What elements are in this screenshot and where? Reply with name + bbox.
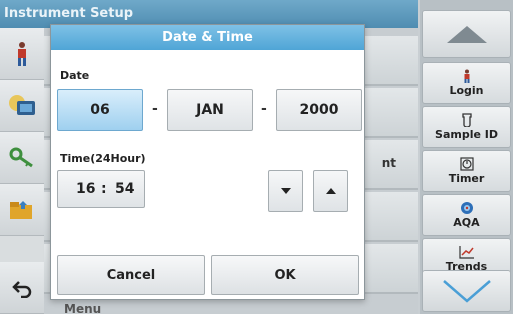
list-item-label: nt bbox=[381, 156, 396, 170]
date-separator: - bbox=[261, 101, 267, 117]
hour-field[interactable]: 16 bbox=[76, 181, 95, 197]
timer-label: Timer bbox=[448, 172, 485, 185]
month-field[interactable]: JAN bbox=[167, 89, 253, 131]
down-arrow-icon bbox=[442, 280, 491, 303]
back-arrow-icon bbox=[12, 280, 32, 298]
timer-icon bbox=[459, 157, 474, 171]
dialog-title: Date & Time bbox=[51, 25, 364, 50]
time-separator: : bbox=[101, 181, 107, 197]
folder-icon bbox=[10, 200, 32, 219]
aqa-icon bbox=[460, 202, 473, 214]
decrement-button[interactable] bbox=[268, 170, 303, 212]
user-button[interactable] bbox=[0, 28, 44, 80]
cancel-button[interactable]: Cancel bbox=[57, 255, 205, 295]
time-field: 16 : 54 bbox=[57, 170, 145, 208]
login-label: Login bbox=[449, 84, 484, 97]
timer-button[interactable]: Timer bbox=[422, 150, 511, 192]
sample-icon bbox=[461, 113, 472, 127]
folder-button[interactable] bbox=[0, 184, 44, 236]
left-toolbar bbox=[0, 28, 44, 314]
instrument-icon bbox=[9, 94, 35, 115]
up-triangle-icon bbox=[325, 188, 336, 194]
back-button[interactable] bbox=[0, 262, 44, 314]
date-time-dialog: Date & Time Date 06 - JAN - 2000 Time(24… bbox=[50, 24, 365, 300]
person-icon bbox=[464, 69, 469, 83]
sample-id-button[interactable]: Sample ID bbox=[422, 106, 511, 148]
increment-button[interactable] bbox=[313, 170, 348, 212]
minute-field[interactable]: 54 bbox=[115, 181, 134, 197]
date-label: Date bbox=[60, 69, 90, 82]
scroll-up-button[interactable] bbox=[422, 10, 511, 58]
menu-label: Menu bbox=[64, 302, 102, 314]
aqa-button[interactable]: AQA bbox=[422, 194, 511, 236]
key-button[interactable] bbox=[0, 132, 44, 184]
time-label: Time(24Hour) bbox=[60, 152, 146, 165]
year-field[interactable]: 2000 bbox=[276, 89, 362, 131]
right-sidebar: Login Sample ID Timer AQA Trends bbox=[420, 0, 513, 314]
scroll-down-button[interactable] bbox=[422, 270, 511, 312]
down-triangle-icon bbox=[280, 188, 291, 194]
ok-button[interactable]: OK bbox=[211, 255, 359, 295]
instrument-button[interactable] bbox=[0, 80, 44, 132]
aqa-label: AQA bbox=[453, 216, 480, 229]
date-separator: - bbox=[152, 101, 158, 117]
login-button[interactable]: Login bbox=[422, 62, 511, 104]
up-arrow-icon bbox=[446, 26, 487, 43]
key-icon bbox=[9, 147, 33, 167]
trends-icon bbox=[458, 246, 474, 259]
person-icon bbox=[18, 41, 26, 66]
sample-id-label: Sample ID bbox=[435, 128, 498, 141]
day-field[interactable]: 06 bbox=[57, 89, 143, 131]
